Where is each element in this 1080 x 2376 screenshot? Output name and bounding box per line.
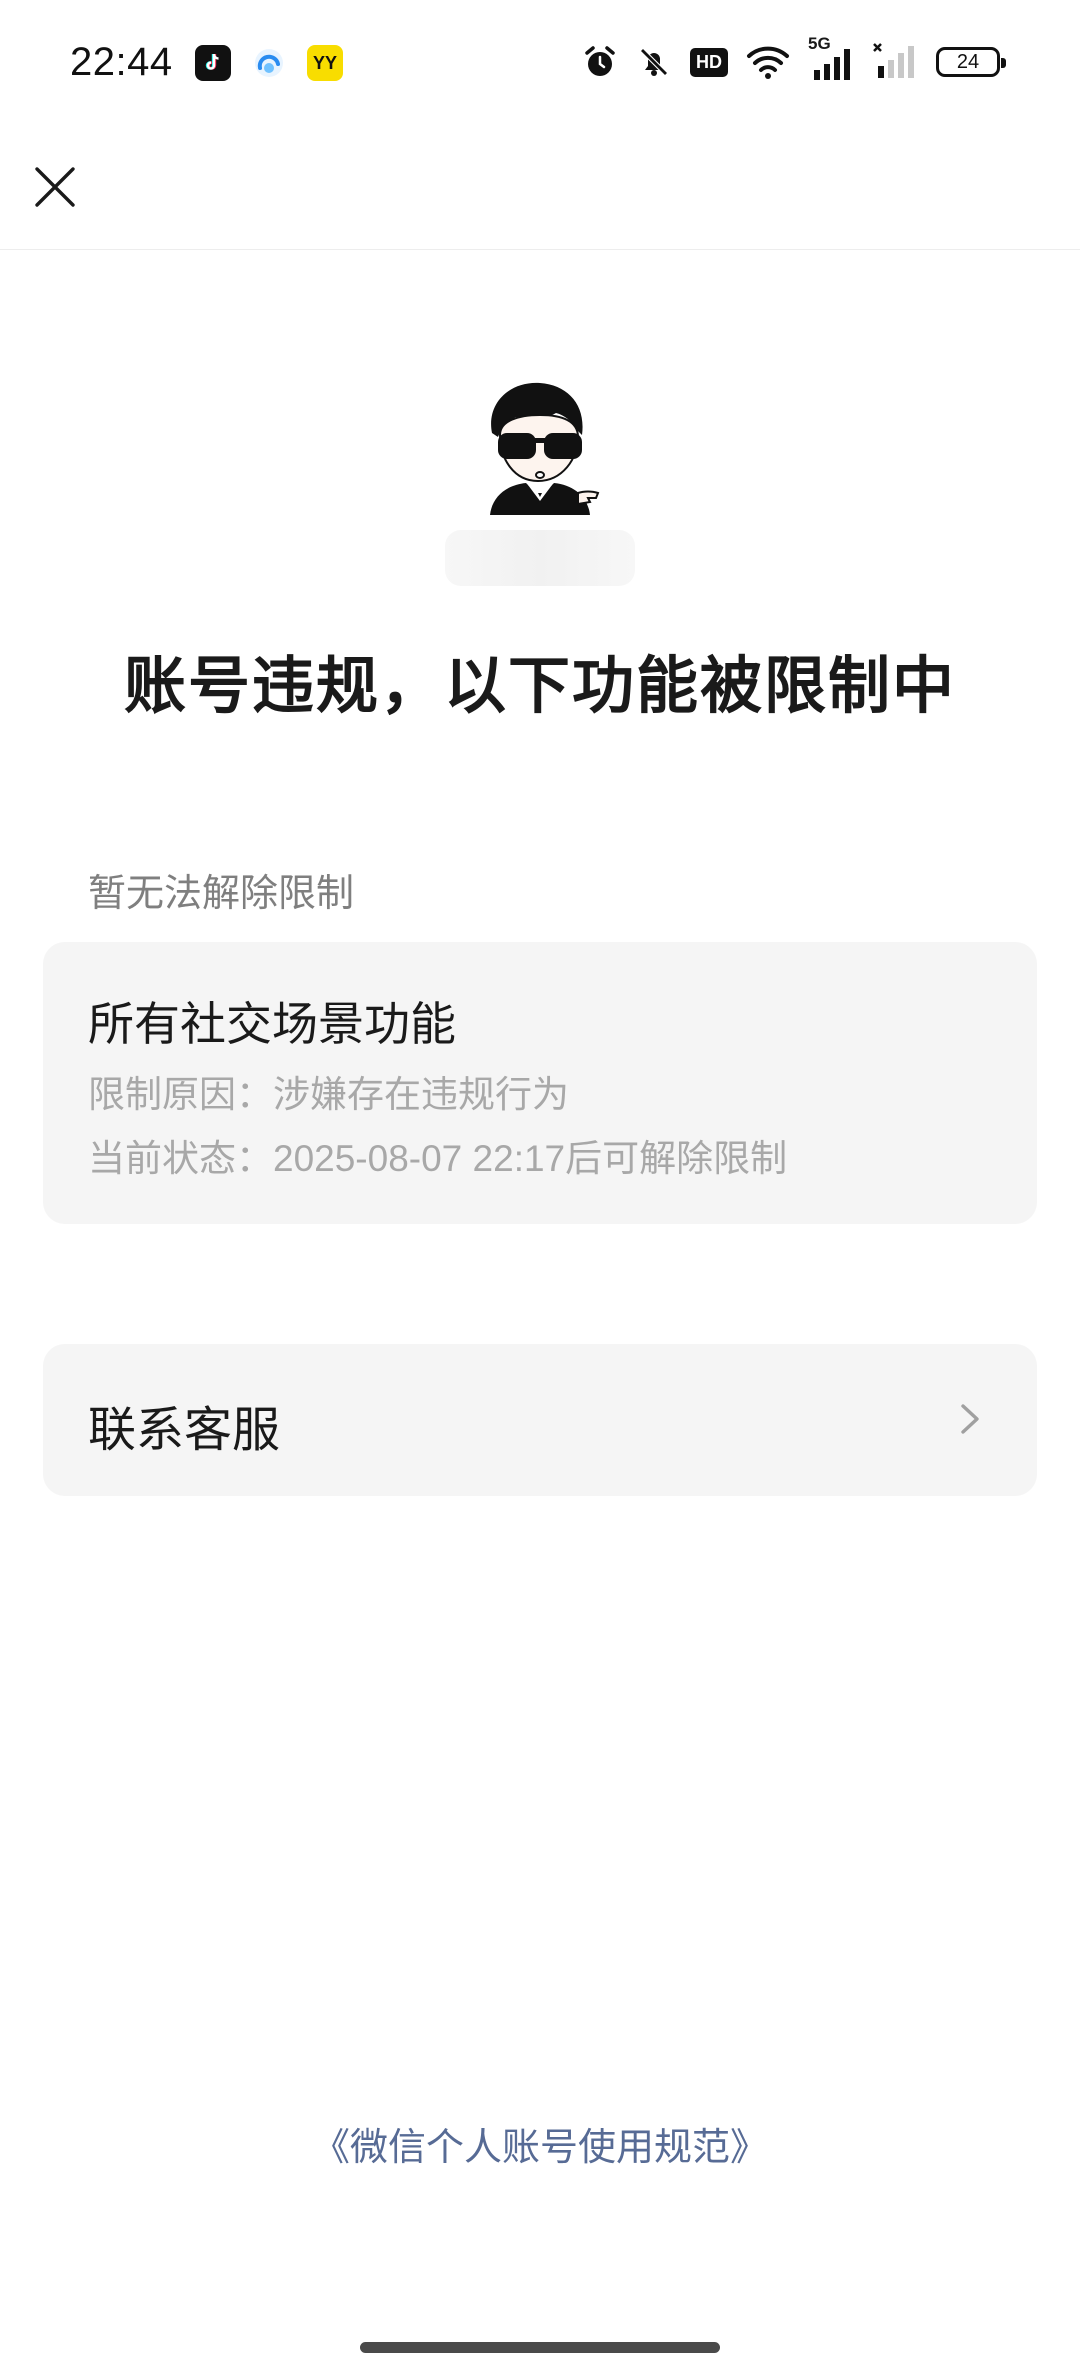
restriction-title: 所有社交场景功能 <box>88 997 456 1051</box>
cellular-no-signal-icon <box>872 42 918 82</box>
section-label: 暂无法解除限制 <box>88 871 355 915</box>
battery-icon: 24 <box>936 42 1006 82</box>
tiktok-icon <box>195 45 231 81</box>
top-nav <box>0 130 1080 250</box>
system-icons: HD 5G 24 <box>582 34 1006 82</box>
cellular-5g-icon: 5G <box>808 34 854 82</box>
wifi-icon <box>746 42 790 82</box>
contact-service-label: 联系客服 <box>88 1402 281 1458</box>
battery-level: 24 <box>936 47 1006 77</box>
restriction-reason: 限制原因：涉嫌存在违规行为 <box>88 1074 569 1115</box>
status-bar: 22:44 YY HD 5G 24 <box>0 0 1080 130</box>
chevron-right-icon <box>961 1404 979 1434</box>
cloud-icon <box>251 45 287 81</box>
yy-icon: YY <box>307 45 343 81</box>
contact-service-button[interactable]: 联系客服 <box>43 1344 1037 1496</box>
nickname-placeholder <box>445 530 635 586</box>
notification-app-icons: YY <box>195 45 343 81</box>
usage-policy-link[interactable]: 《微信个人账号使用规范》 <box>0 2116 1080 2171</box>
status-time: 22:44 <box>70 40 173 84</box>
hd-icon: HD <box>690 42 728 82</box>
close-icon <box>35 167 75 207</box>
restriction-card: 所有社交场景功能 限制原因：涉嫌存在违规行为 当前状态：2025-08-07 2… <box>43 942 1037 1224</box>
avatar <box>470 375 610 515</box>
home-indicator[interactable] <box>360 2342 720 2353</box>
alarm-icon <box>582 42 618 82</box>
mute-bell-icon <box>636 42 672 82</box>
close-button[interactable] <box>24 156 86 218</box>
restriction-status: 当前状态：2025-08-07 22:17后可解除限制 <box>88 1138 788 1179</box>
page-title: 账号违规，以下功能被限制中 <box>123 649 956 722</box>
